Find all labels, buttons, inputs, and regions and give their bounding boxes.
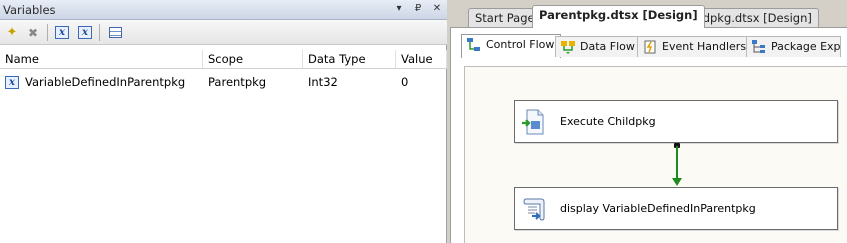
column-header-value[interactable]: Value — [396, 50, 447, 68]
grid-columns-icon — [108, 27, 122, 38]
designer-body: Control Flow Data Flow Event Handlers Pa… — [450, 27, 847, 243]
tab-package-explorer[interactable]: Package Explor — [746, 36, 841, 57]
variable-scope-cell[interactable]: Parentpkg — [203, 71, 303, 93]
data-flow-icon — [561, 41, 575, 54]
table-row[interactable]: x VariableDefinedInParentpkg Parentpkg In… — [0, 71, 447, 93]
variables-pane: Variables ▾ ₽ ✕ ✦ ✖ x x Name Scope Data … — [0, 0, 447, 243]
column-header-scope[interactable]: Scope — [203, 50, 303, 68]
variable-name-cell[interactable]: x VariableDefinedInParentpkg — [0, 71, 203, 93]
precedence-constraint-line[interactable] — [676, 146, 678, 180]
variable-name: VariableDefinedInParentpkg — [25, 75, 186, 89]
system-variables-icon: x — [55, 26, 69, 39]
delete-variable-button[interactable]: ✖ — [24, 24, 42, 41]
designer-tab-strip: Control Flow Data Flow Event Handlers Pa… — [461, 34, 841, 58]
tab-label: Control Flow — [486, 38, 555, 51]
tab-data-flow[interactable]: Data Flow — [555, 36, 642, 57]
script-task-icon — [523, 198, 545, 221]
variables-grid-header: Name Scope Data Type Value — [0, 50, 447, 69]
close-icon[interactable]: ✕ — [431, 3, 443, 14]
event-handlers-icon — [644, 40, 656, 54]
delete-variable-icon: ✖ — [27, 25, 39, 40]
tab-start-page[interactable]: Start Page — [468, 8, 542, 27]
task-label: Execute Childpkg — [560, 115, 656, 128]
window-buttons: ▾ ₽ ✕ — [393, 3, 443, 14]
tab-label: Package Explor — [771, 40, 841, 53]
control-flow-canvas[interactable]: Execute Childpkg display VariableDefined… — [464, 66, 847, 243]
add-variable-button[interactable]: ✦ — [3, 24, 21, 41]
all-variables-icon: x — [78, 26, 92, 39]
variable-value-cell[interactable]: 0 — [396, 71, 447, 93]
choose-columns-button[interactable] — [106, 24, 124, 41]
task-display-variable[interactable]: display VariableDefinedInParentpkg — [514, 187, 838, 230]
column-header-name[interactable]: Name — [0, 50, 203, 68]
task-label: display VariableDefinedInParentpkg — [560, 202, 756, 215]
package-designer: Start Page Parentpkg.dtsx [Design] Child… — [450, 0, 847, 243]
variable-data-type-cell[interactable]: Int32 — [303, 71, 396, 93]
tab-event-handlers[interactable]: Event Handlers — [637, 36, 754, 57]
show-all-variables-button[interactable]: x — [76, 24, 94, 41]
variables-grid: Name Scope Data Type Value x VariableDefi… — [0, 50, 447, 93]
tab-control-flow[interactable]: Control Flow — [461, 34, 562, 58]
control-flow-icon — [467, 38, 480, 51]
precedence-constraint-arrow — [672, 178, 682, 186]
toolbar-separator — [99, 24, 100, 41]
variables-toolbar: ✦ ✖ x x — [0, 20, 447, 45]
variables-title-bar: Variables ▾ ₽ ✕ — [0, 0, 447, 20]
toolbar-separator — [47, 24, 48, 41]
auto-hide-pin-icon[interactable]: ₽ — [412, 3, 424, 14]
package-explorer-icon — [752, 40, 765, 53]
document-tab-strip: Start Page Parentpkg.dtsx [Design] Child… — [450, 0, 847, 28]
show-system-variables-button[interactable]: x — [53, 24, 71, 41]
variable-icon: x — [5, 76, 19, 89]
window-position-icon[interactable]: ▾ — [393, 3, 405, 14]
column-header-data-type[interactable]: Data Type — [303, 50, 396, 68]
variables-title: Variables — [3, 3, 56, 17]
tab-label: Data Flow — [580, 40, 635, 53]
tab-label: Event Handlers — [662, 40, 747, 53]
add-variable-icon: ✦ — [6, 25, 18, 40]
task-execute-childpkg[interactable]: Execute Childpkg — [514, 100, 838, 143]
tab-parentpkg-design[interactable]: Parentpkg.dtsx [Design] — [532, 5, 705, 28]
execute-package-task-icon — [522, 109, 544, 135]
